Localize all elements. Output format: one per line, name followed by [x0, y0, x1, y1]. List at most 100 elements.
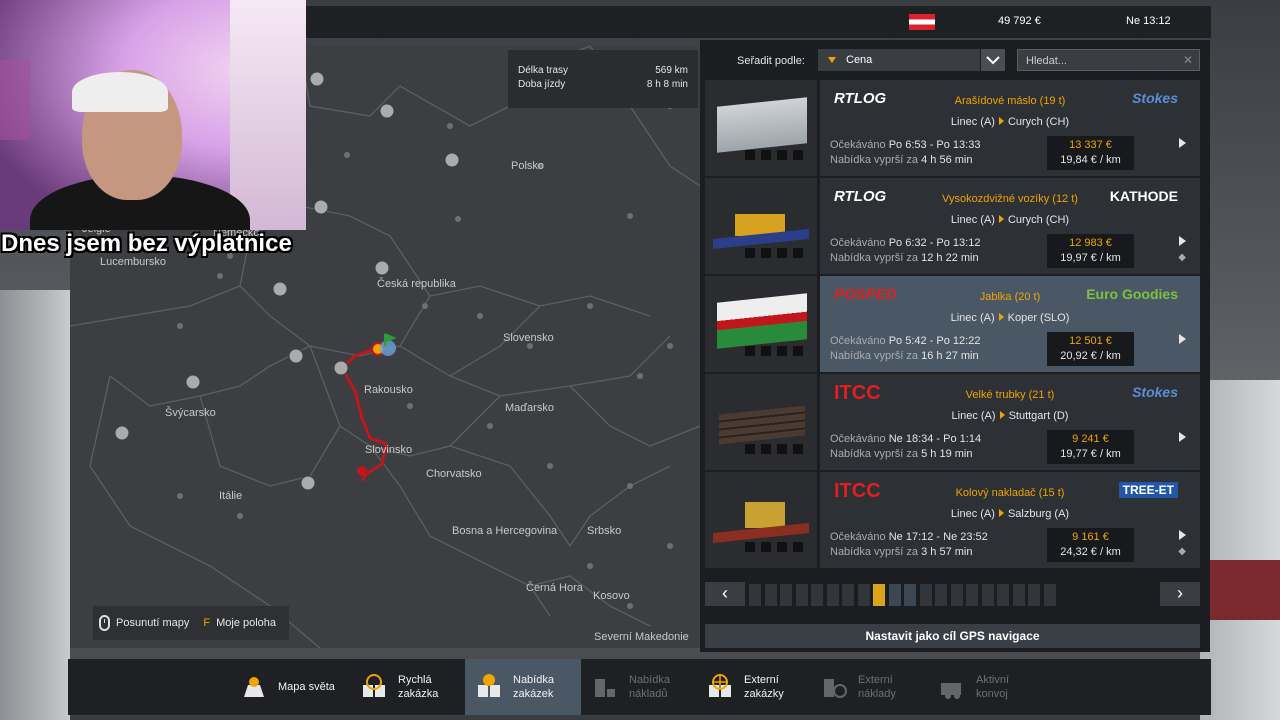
my-position-button[interactable]: F Moje poloha: [203, 617, 276, 629]
expected-label: Očekáváno: [830, 531, 886, 543]
price-box: 9 241 € 19,77 € / km: [1047, 430, 1134, 464]
map-label-montenegro: Černá Hora: [526, 582, 583, 594]
route: Linec (A) Salzburg (A): [820, 508, 1200, 520]
route-info-box: Délka trasy 569 km Doba jízdy 8 h 8 min: [508, 50, 698, 108]
route: Linec (A) Koper (SLO): [820, 312, 1200, 324]
cargo-name: Arašídové máslo (19 t): [954, 95, 1066, 107]
background-wall-left: [0, 290, 70, 720]
nav-job-offers[interactable]: Nabídka zakázek: [465, 659, 581, 715]
map-controls: Posunutí mapy F Moje poloha: [93, 606, 289, 640]
route-from: Linec (A): [950, 116, 995, 128]
page-segment[interactable]: [826, 584, 839, 606]
page-segment[interactable]: [950, 584, 963, 606]
top-status-bar: 49 792 € Ne 13:12: [306, 6, 1211, 38]
offer-row[interactable]: ITCC TREE-ET Kolový nakladač (15 t) Line…: [705, 472, 1200, 568]
page-segment[interactable]: [1028, 584, 1040, 606]
prev-page-button[interactable]: ‹: [705, 582, 745, 606]
offer-row[interactable]: RTLOG Stokes Arašídové máslo (19 t) Line…: [705, 80, 1200, 176]
nav-label: Nabídka zakázek: [513, 674, 554, 700]
cargo-name: Kolový nakladač (15 t): [955, 487, 1065, 499]
page-segment[interactable]: [842, 584, 854, 606]
sort-value: Cena: [846, 54, 873, 66]
set-gps-destination-button[interactable]: Nastavit jako cíl GPS navigace: [705, 624, 1200, 648]
special-cargo-icon: ◆: [1178, 546, 1186, 557]
map-label-austria: Rakousko: [364, 384, 413, 396]
offers-pagination: ‹ ›: [705, 582, 1200, 608]
job-offers-icon: [478, 674, 500, 697]
map-label-slovakia: Slovensko: [503, 332, 554, 344]
nav-world-map[interactable]: Mapa světa: [240, 659, 350, 715]
nav-active-convoy[interactable]: Aktivní konvoj: [938, 659, 1048, 715]
page-segment[interactable]: [1043, 584, 1056, 606]
bottom-navigation: Mapa světa Rychlá zakázka Nabídka zakáze…: [68, 659, 1211, 715]
page-segment[interactable]: [904, 584, 916, 606]
map-label-bosnia: Bosna a Hercegovina: [452, 525, 558, 537]
webcam-overlay: [0, 0, 306, 230]
cargo-name: Velké trubky (21 t): [965, 389, 1055, 401]
route-length-value: 569 km: [655, 65, 688, 76]
expected-label: Očekáváno: [830, 237, 886, 249]
offer-row[interactable]: ITCC Stokes Velké trubky (21 t) Linec (A…: [705, 374, 1200, 470]
page-segment[interactable]: [1012, 584, 1025, 606]
route-to: Curych (CH): [1007, 116, 1070, 128]
special-cargo-icon: ◆: [1178, 252, 1186, 263]
offer-row-selected[interactable]: POSPED Euro Goodies Jablka (20 t) Linec …: [705, 276, 1200, 372]
map-label-poland: Polsko: [511, 160, 545, 172]
quick-job-icon: [363, 674, 385, 697]
price-box: 12 983 € 19,97 € / km: [1047, 234, 1134, 268]
route: Linec (A) Curych (CH): [820, 116, 1200, 128]
page-segment[interactable]: [935, 584, 947, 606]
page-segment[interactable]: [966, 584, 978, 606]
cargo-market-icon: [595, 679, 615, 697]
nav-cargo-market[interactable]: Nabídka nákladů: [591, 659, 701, 715]
page-segment[interactable]: [857, 584, 870, 606]
map-label-croatia: Chorvatsko: [426, 468, 482, 480]
search-input[interactable]: Hledat... ✕: [1017, 49, 1200, 71]
price-per-km: 20,92 € / km: [1060, 350, 1121, 362]
next-page-button[interactable]: ›: [1160, 582, 1200, 606]
page-segment[interactable]: [997, 584, 1009, 606]
chevron-right-icon[interactable]: [1179, 334, 1186, 344]
page-segment[interactable]: [795, 584, 808, 606]
page-segment[interactable]: [764, 584, 777, 606]
map-label-switzerland: Švýcarsko: [165, 407, 216, 419]
nav-quick-job[interactable]: Rychlá zakázka: [360, 659, 455, 715]
chevron-right-icon[interactable]: [1179, 236, 1186, 246]
page-segment[interactable]: [811, 584, 823, 606]
chevron-right-icon[interactable]: [1179, 432, 1186, 442]
sort-dropdown-button[interactable]: [981, 49, 1005, 71]
offer-times: Očekáváno Po 6:53 - Po 13:33 Nabídka vyp…: [830, 138, 980, 168]
chevron-right-icon[interactable]: [1179, 138, 1186, 148]
city-marker[interactable]: [309, 71, 325, 87]
game-scene: 49 792 € Ne 13:12 Délka trasy 569 km Dob…: [0, 0, 1280, 720]
sort-select[interactable]: Cena: [818, 49, 980, 71]
offer-times: Očekáváno Ne 17:12 - Ne 23:52 Nabídka vy…: [830, 530, 988, 560]
price-per-km: 19,97 € / km: [1060, 252, 1121, 264]
page-segment[interactable]: [780, 584, 792, 606]
trailer-thumbnail: [705, 276, 817, 372]
nav-external-cargo[interactable]: Externí náklady: [820, 659, 930, 715]
nav-external-jobs[interactable]: Externí zakázky: [706, 659, 816, 715]
expires-label: Nabídka vyprší za: [830, 546, 919, 558]
sort-label: Seřadit podle:: [737, 55, 805, 67]
webcam-light: [0, 60, 30, 140]
offer-row[interactable]: RTLOG KATHODE Vysokozdvižné vozíky (12 t…: [705, 178, 1200, 274]
arrow-right-icon: [999, 411, 1005, 419]
search-placeholder: Hledat...: [1026, 55, 1067, 67]
page-segment[interactable]: [981, 584, 994, 606]
chevron-right-icon[interactable]: [1179, 530, 1186, 540]
arrow-right-icon: [998, 215, 1004, 223]
page-segment[interactable]: [749, 584, 761, 606]
nav-label: Rychlá zakázka: [398, 674, 439, 700]
pan-map-hint[interactable]: Posunutí mapy: [99, 615, 189, 631]
clear-search-icon[interactable]: ✕: [1183, 53, 1193, 67]
route-to: Curych (CH): [1007, 214, 1070, 226]
expected-label: Očekáváno: [830, 335, 886, 347]
page-segment[interactable]: [919, 584, 932, 606]
page-segment[interactable]: [888, 584, 901, 606]
my-position-label: Moje poloha: [216, 617, 277, 629]
page-segment[interactable]: [873, 584, 885, 606]
expected-value: Po 5:42 - Po 12:22: [888, 335, 981, 347]
expires-label: Nabídka vyprší za: [830, 350, 919, 362]
background-wall-right: [1200, 380, 1280, 720]
